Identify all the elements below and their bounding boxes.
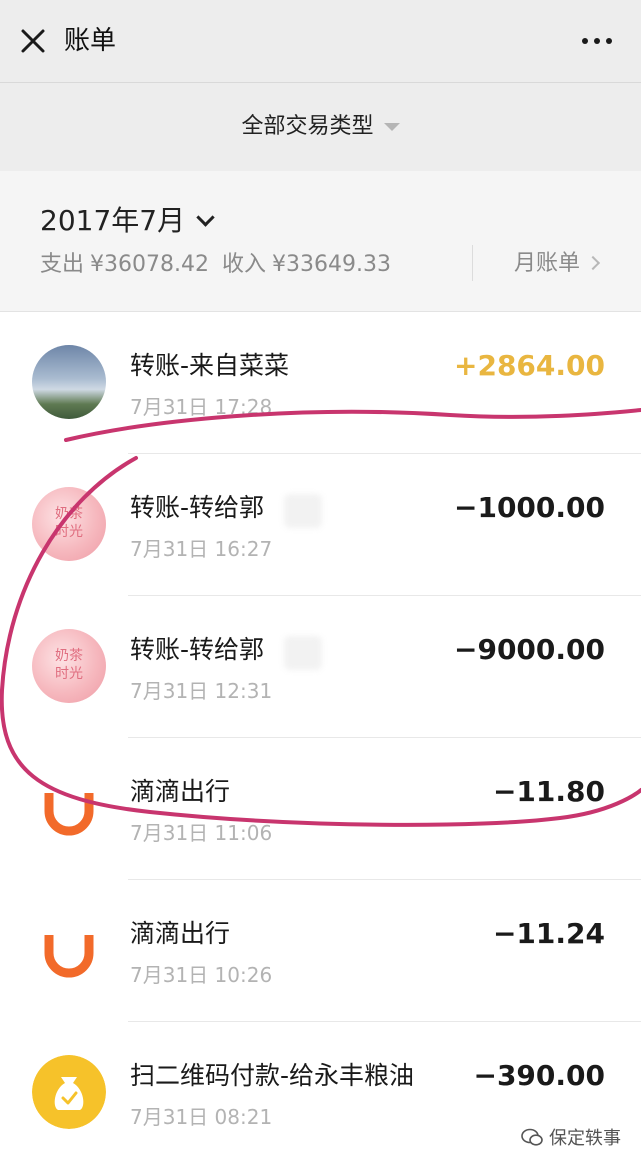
- filter-label: 全部交易类型: [241, 114, 374, 139]
- top-bar: 账单: [0, 0, 641, 83]
- transaction-time: 7月31日 10:26: [130, 963, 273, 987]
- transaction-title: 转账-转给郭: [130, 635, 265, 664]
- pink-avatar: 奶茶 时光: [32, 487, 106, 561]
- transaction-time: 7月31日 12:31: [130, 679, 273, 703]
- transaction-title: 转账-转给郭: [130, 493, 265, 522]
- transaction-amount: −11.24: [492, 917, 605, 950]
- transaction-row[interactable]: 转账-来自菜菜 7月31日 17:28 +2864.00: [0, 312, 641, 454]
- transaction-row[interactable]: 滴滴出行 7月31日 10:26 −11.24: [0, 880, 641, 1022]
- expense-value: ¥36078.42: [90, 252, 209, 277]
- transaction-row[interactable]: 滴滴出行 7月31日 11:06 −11.80: [0, 738, 641, 880]
- income-label: 收入: [222, 252, 267, 277]
- chevron-down-icon: [196, 208, 215, 227]
- wechat-icon: [521, 1128, 543, 1146]
- filter-bar: 全部交易类型: [0, 83, 641, 171]
- close-icon[interactable]: [16, 24, 50, 58]
- transaction-title: 滴滴出行: [130, 777, 231, 806]
- transaction-row[interactable]: 奶茶 时光 转账-转给郭 7月31日 16:27 −1000.00: [0, 454, 641, 596]
- month-picker[interactable]: 2017年7月: [40, 201, 215, 241]
- avatar-text: 奶茶 时光: [55, 648, 83, 682]
- page-title: 账单: [64, 26, 117, 56]
- dropdown-triangle-icon: [383, 123, 400, 131]
- watermark-text: 保定轶事: [549, 1128, 621, 1149]
- blurred-name-mask: [284, 636, 322, 670]
- transaction-amount: −390.00: [473, 1059, 605, 1092]
- sky-avatar: [32, 345, 106, 419]
- more-icon[interactable]: [579, 24, 615, 58]
- transaction-amount: +2864.00: [454, 349, 605, 382]
- avatar-text: 奶茶 时光: [55, 506, 83, 540]
- transaction-time: 7月31日 08:21: [130, 1105, 273, 1129]
- transaction-type-filter[interactable]: 全部交易类型: [241, 107, 400, 147]
- transaction-time: 7月31日 11:06: [130, 821, 273, 845]
- transaction-time: 7月31日 17:28: [130, 395, 273, 419]
- monthly-bill-label: 月账单: [514, 251, 581, 276]
- transaction-title: 扫二维码付款-给永丰粮油: [130, 1061, 415, 1090]
- month-summary: 2017年7月 支出 ¥36078.42 收入 ¥33649.33 月账单: [0, 171, 641, 312]
- month-totals: 支出 ¥36078.42 收入 ¥33649.33: [40, 249, 397, 281]
- divider: [472, 245, 473, 281]
- didi-icon: [32, 771, 106, 845]
- transaction-title: 滴滴出行: [130, 919, 231, 948]
- transaction-amount: −11.80: [492, 775, 605, 808]
- transaction-amount: −9000.00: [454, 633, 605, 666]
- transaction-row[interactable]: 奶茶 时光 转账-转给郭 7月31日 12:31 −9000.00: [0, 596, 641, 738]
- transaction-amount: −1000.00: [454, 491, 605, 524]
- watermark: 保定轶事: [521, 1124, 621, 1150]
- money-bag-icon: [32, 1055, 106, 1129]
- monthly-bill-link[interactable]: 月账单: [514, 247, 601, 281]
- transaction-title: 转账-来自菜菜: [130, 351, 290, 380]
- income-value: ¥33649.33: [272, 252, 391, 277]
- pink-avatar: 奶茶 时光: [32, 629, 106, 703]
- month-label: 2017年7月: [40, 204, 186, 237]
- expense-label: 支出: [40, 252, 85, 277]
- chevron-right-icon: [585, 255, 601, 271]
- blurred-name-mask: [284, 494, 322, 528]
- transaction-time: 7月31日 16:27: [130, 537, 273, 561]
- transaction-list: 转账-来自菜菜 7月31日 17:28 +2864.00 奶茶 时光 转账-转给…: [0, 312, 641, 1164]
- didi-icon: [32, 913, 106, 987]
